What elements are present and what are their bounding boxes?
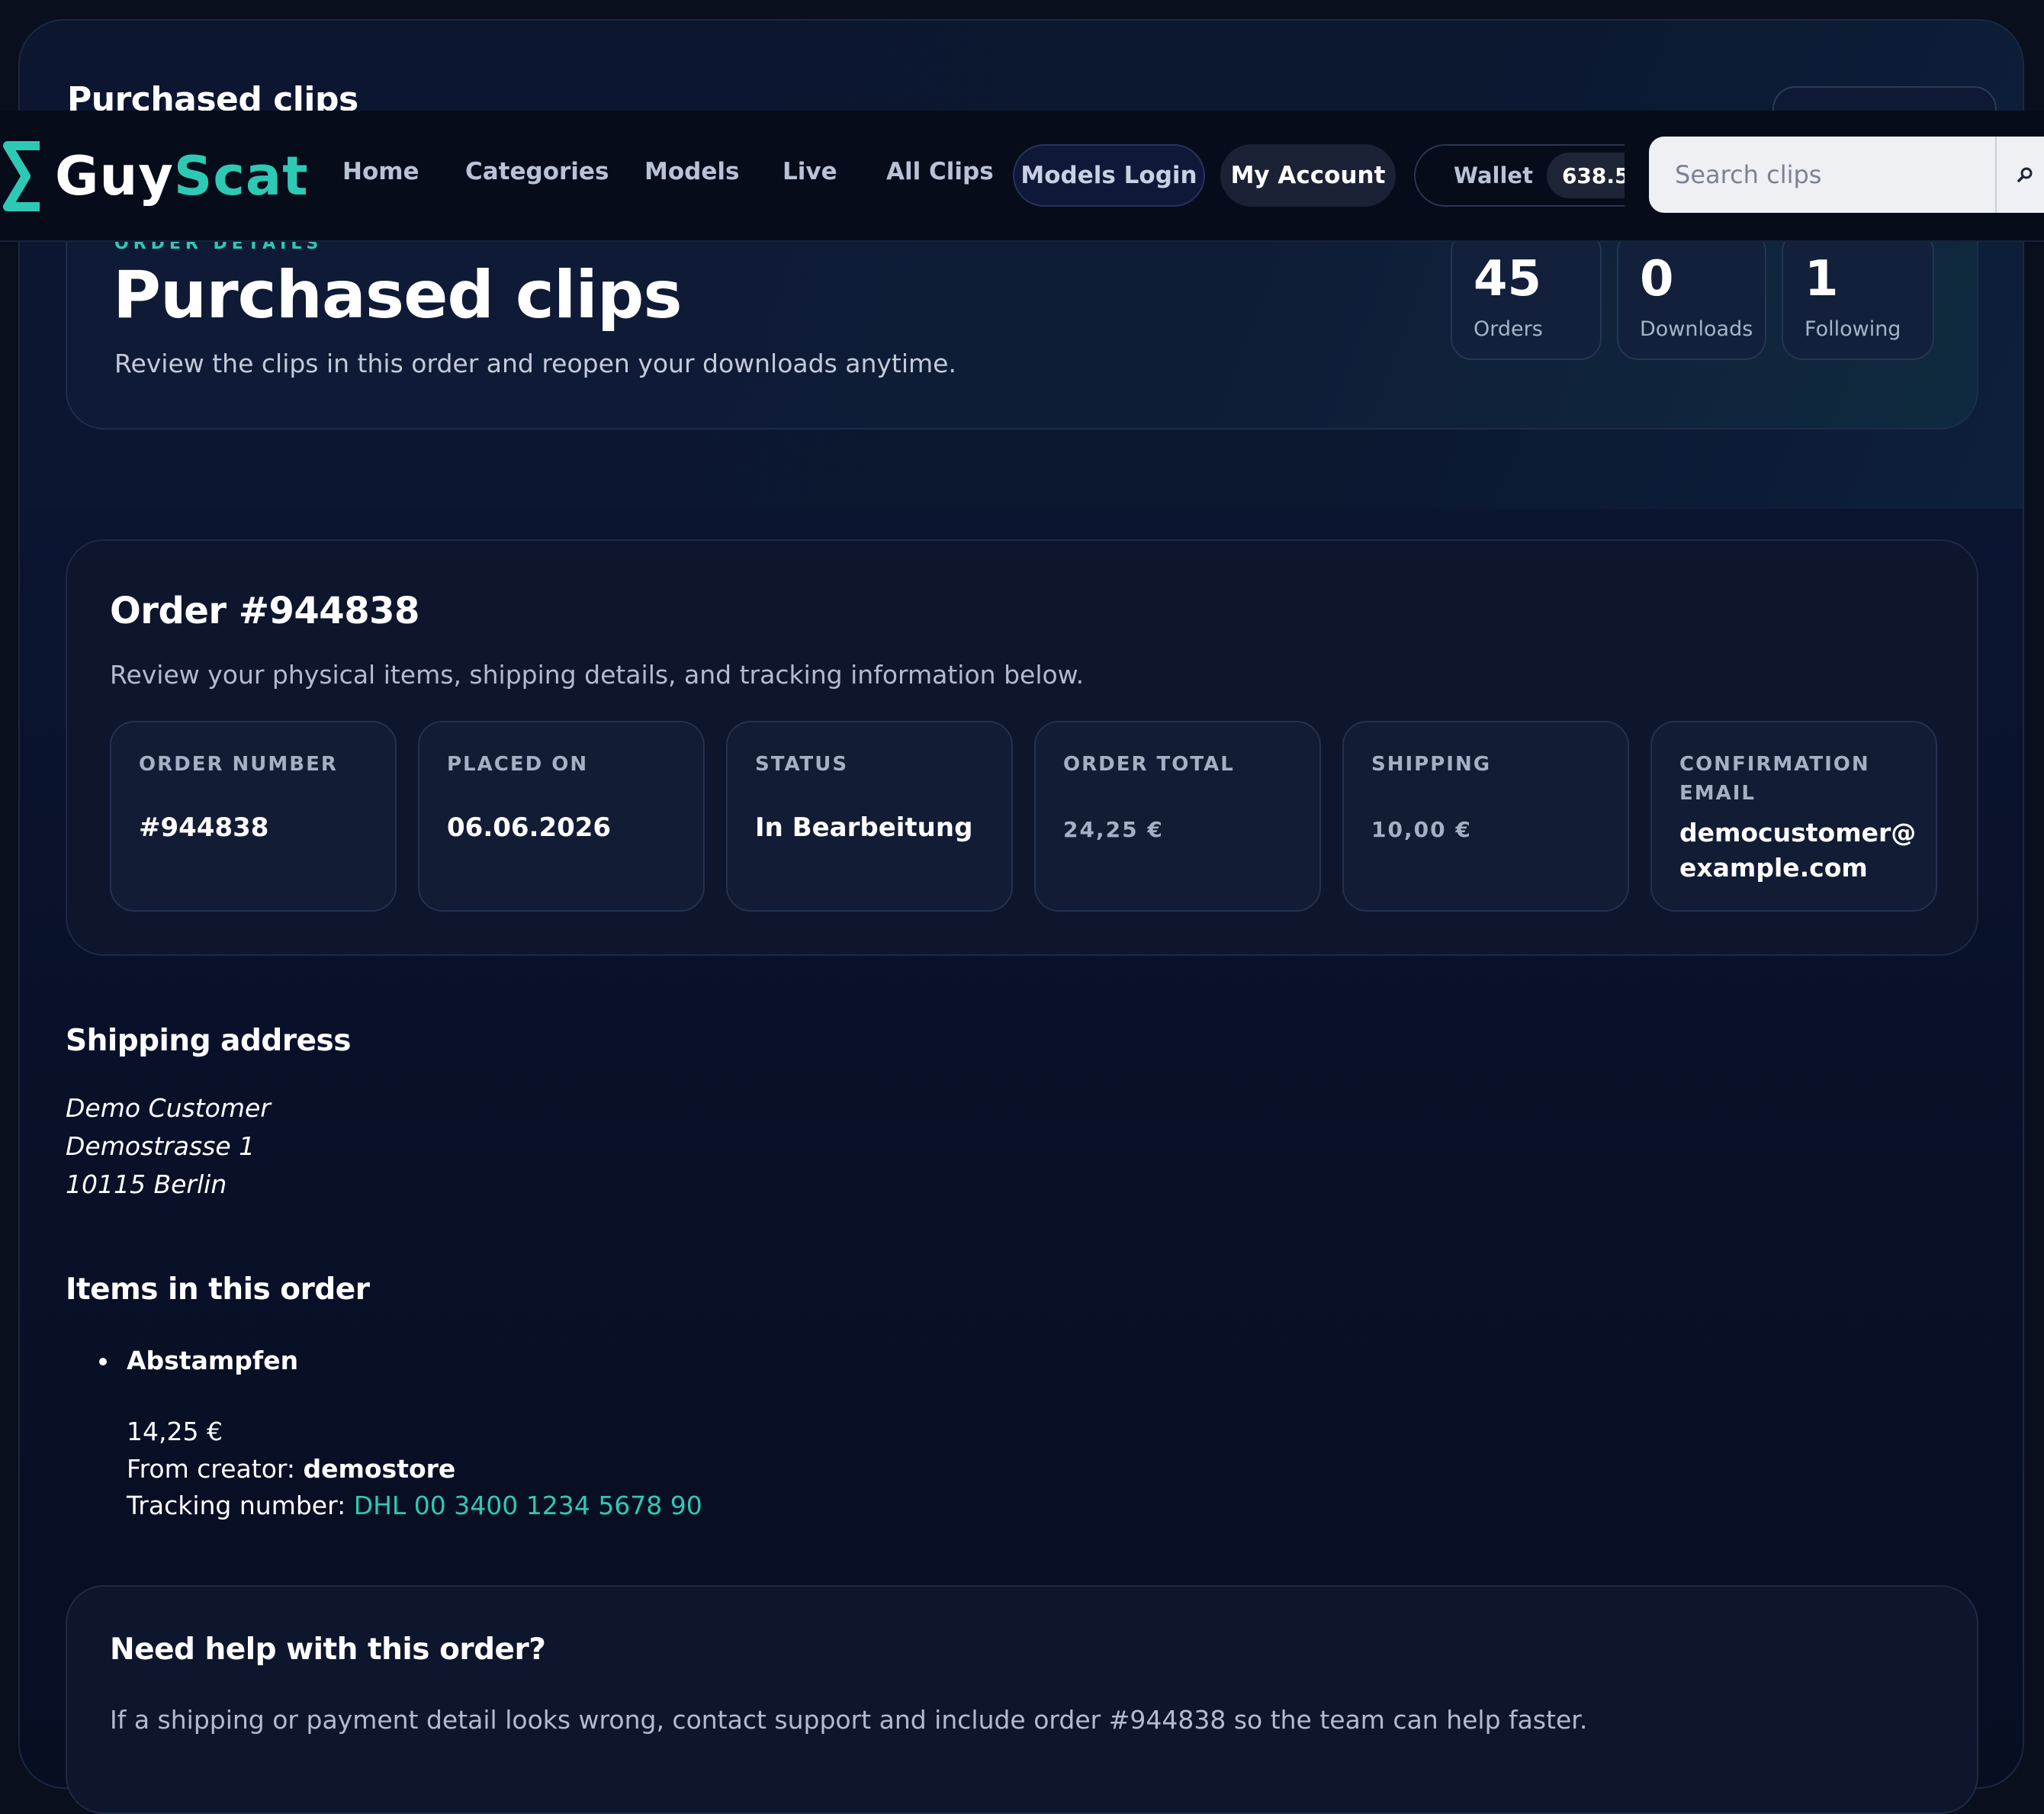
- nav-link-home[interactable]: Home: [342, 158, 419, 185]
- brand-logo[interactable]: GuyScat: [0, 140, 309, 213]
- nav-link-categories[interactable]: Categories: [465, 158, 609, 185]
- wallet-label: Wallet: [1454, 162, 1533, 188]
- order-summary-card: Order #944838 Review your physical items…: [66, 539, 1978, 956]
- items-heading: Items in this order: [66, 1272, 370, 1307]
- stat-following: 1 Following: [1782, 230, 1934, 360]
- search-icon: [2017, 167, 2033, 182]
- placed-on-box: PLACED ON 06.06.2026: [418, 721, 705, 912]
- tracking-number-link[interactable]: DHL 00 3400 1234 5678 90: [354, 1491, 702, 1520]
- status-badge: In Bearbeitung: [755, 812, 973, 843]
- shipping-cost-value: 10,00 €: [1371, 817, 1472, 842]
- stat-orders: 45 Orders: [1451, 230, 1602, 360]
- item-price: 14,25 €: [127, 1417, 223, 1446]
- hero-subtitle: Review the clips in this order and reope…: [114, 349, 956, 378]
- confirmation-email-label: CONFIRMATION EMAIL: [1679, 753, 1870, 805]
- nav-link-models[interactable]: Models: [644, 158, 739, 185]
- address-line-street: Demostrasse 1: [66, 1131, 256, 1161]
- order-number-value: #944838: [139, 812, 269, 843]
- order-total-value: 24,25 €: [1063, 817, 1164, 842]
- brand-name-part2: Scat: [173, 145, 309, 207]
- stat-following-label: Following: [1805, 317, 1901, 341]
- address-line-city: 10115 Berlin: [66, 1169, 227, 1199]
- shipping-cost-box: SHIPPING 10,00 €: [1342, 721, 1629, 912]
- models-login-button[interactable]: Models Login: [1013, 144, 1205, 207]
- search-button[interactable]: [1997, 137, 2044, 213]
- brand-wordmark: GuyScat: [55, 145, 309, 207]
- item-tracking-prefix: Tracking number:: [127, 1491, 346, 1520]
- placed-on-label: PLACED ON: [447, 753, 589, 776]
- item-tracking-line: Tracking number: DHL 00 3400 1234 5678 9…: [127, 1491, 702, 1520]
- stat-downloads-value: 0: [1640, 251, 1674, 307]
- help-card: Need help with this order? If a shipping…: [66, 1585, 1978, 1814]
- logo-mark-icon: [3, 141, 40, 211]
- confirmation-email-box: CONFIRMATION EMAIL democustomer@example.…: [1650, 721, 1937, 912]
- stat-following-value: 1: [1805, 251, 1839, 307]
- wallet-balance: 638.5: [1546, 153, 1625, 198]
- my-account-button[interactable]: My Account: [1220, 144, 1396, 207]
- stat-downloads-label: Downloads: [1640, 317, 1753, 341]
- item-name: Abstampfen: [127, 1346, 299, 1375]
- order-total-label: ORDER TOTAL: [1063, 753, 1235, 776]
- item-creator-prefix: From creator:: [127, 1454, 295, 1484]
- shipping-address-heading: Shipping address: [66, 1024, 351, 1058]
- stat-downloads: 0 Downloads: [1617, 230, 1766, 360]
- list-bullet: [99, 1358, 107, 1365]
- help-title: Need help with this order?: [110, 1632, 546, 1667]
- confirmation-email-value: democustomer@example.com: [1679, 818, 1917, 883]
- order-number-box: ORDER NUMBER #944838: [110, 721, 397, 912]
- item-creator-line: From creator: demostore: [127, 1454, 455, 1484]
- search-bar: [1649, 137, 2044, 213]
- address-line-name: Demo Customer: [66, 1093, 271, 1123]
- nav-link-all-clips[interactable]: All Clips: [886, 158, 994, 185]
- item-creator: demostore: [303, 1454, 456, 1484]
- wallet-button[interactable]: Wallet 638.5: [1414, 144, 1625, 207]
- nav-link-live[interactable]: Live: [783, 158, 837, 185]
- page-title: Purchased clips: [113, 257, 683, 333]
- placed-on-value: 06.06.2026: [447, 812, 612, 843]
- search-input[interactable]: [1649, 137, 1995, 213]
- order-number-label: ORDER NUMBER: [139, 753, 338, 776]
- shipping-cost-label: SHIPPING: [1371, 753, 1492, 776]
- order-title: Order #944838: [110, 590, 419, 632]
- status-box: STATUS In Bearbeitung: [726, 721, 1013, 912]
- order-total-box: ORDER TOTAL 24,25 €: [1034, 721, 1321, 912]
- status-label: STATUS: [755, 753, 849, 776]
- help-text: If a shipping or payment detail looks wr…: [110, 1705, 1588, 1735]
- brand-name-part1: Guy: [55, 145, 174, 207]
- stat-orders-value: 45: [1474, 251, 1542, 307]
- order-subtitle: Review your physical items, shipping det…: [110, 660, 1085, 690]
- top-navigation: GuyScat Home Categories Models Live All …: [0, 111, 2044, 242]
- stat-orders-label: Orders: [1474, 317, 1543, 341]
